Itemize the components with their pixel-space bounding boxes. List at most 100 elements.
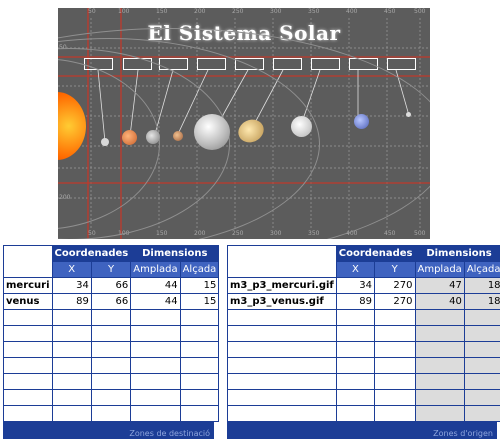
y-cell[interactable] [373,357,416,374]
x-header: X [335,261,375,278]
table-row [227,309,500,326]
width-cell[interactable] [130,309,181,326]
name-cell[interactable] [3,405,53,422]
y-cell[interactable] [90,309,132,326]
name-cell[interactable]: mercuri [3,277,53,294]
table-row [227,373,500,390]
y-cell[interactable] [90,357,132,374]
x-cell[interactable] [51,341,92,358]
corner-cell [227,245,337,278]
y-cell[interactable] [90,389,132,406]
height-cell: 18 [463,293,500,310]
table-row [227,325,500,342]
filename-cell[interactable]: m3_p3_mercuri.gif [227,277,337,294]
neptune-planet [354,114,369,129]
x-cell[interactable]: 89 [51,293,92,310]
width-cell[interactable]: 44 [130,277,181,294]
drop-zone-box[interactable] [387,58,416,70]
filename-cell[interactable] [227,341,337,358]
filename-cell[interactable] [227,309,337,326]
y-cell[interactable]: 270 [373,277,416,294]
x-cell[interactable] [335,389,375,406]
filename-cell[interactable]: m3_p3_venus.gif [227,293,337,310]
x-cell[interactable] [335,357,375,374]
x-cell[interactable] [51,309,92,326]
x-cell[interactable] [335,373,375,390]
name-cell[interactable] [3,373,53,390]
width-cell[interactable] [130,325,181,342]
filename-cell[interactable] [227,405,337,422]
x-cell[interactable] [335,405,375,422]
x-cell[interactable] [51,325,92,342]
filename-cell[interactable] [227,325,337,342]
filename-cell[interactable] [227,357,337,374]
name-cell[interactable] [3,309,53,326]
x-cell[interactable]: 89 [335,293,375,310]
x-cell[interactable] [335,309,375,326]
y-cell[interactable] [90,405,132,422]
filename-cell[interactable] [227,373,337,390]
width-cell [414,309,465,326]
width-cell[interactable] [130,405,181,422]
x-cell[interactable] [51,373,92,390]
x-cell[interactable]: 34 [51,277,92,294]
y-cell[interactable]: 270 [373,293,416,310]
width-cell[interactable] [130,357,181,374]
height-cell [463,405,500,422]
y-header: Y [373,261,416,278]
height-header: Alçada [179,261,220,278]
table-row [3,373,220,390]
height-header: Alçada [463,261,500,278]
height-cell[interactable] [179,405,220,422]
y-cell[interactable] [373,373,416,390]
x-cell[interactable] [51,405,92,422]
height-cell[interactable] [179,309,220,326]
x-cell[interactable] [51,357,92,374]
y-cell[interactable] [373,341,416,358]
name-cell[interactable] [3,341,53,358]
y-cell[interactable] [373,309,416,326]
table-row [227,341,500,358]
x-cell[interactable] [51,389,92,406]
x-cell[interactable] [335,341,375,358]
table-row [227,389,500,406]
y-cell[interactable] [90,325,132,342]
height-cell[interactable] [179,357,220,374]
table-row [227,405,500,422]
y-cell[interactable] [373,325,416,342]
name-cell[interactable] [3,325,53,342]
width-cell[interactable] [130,389,181,406]
y-cell[interactable] [373,405,416,422]
height-cell[interactable] [179,373,220,390]
x-cell[interactable]: 34 [335,277,375,294]
name-cell[interactable]: venus [3,293,53,310]
height-cell[interactable] [179,325,220,342]
width-cell[interactable]: 44 [130,293,181,310]
name-cell[interactable] [3,357,53,374]
filename-cell[interactable] [227,389,337,406]
width-cell [414,325,465,342]
y-header: Y [90,261,132,278]
width-cell: 47 [414,277,465,294]
width-cell: 40 [414,293,465,310]
width-cell [414,373,465,390]
y-cell[interactable] [373,389,416,406]
x-header: X [51,261,92,278]
y-cell[interactable]: 66 [90,293,132,310]
corner-cell [3,245,53,278]
height-cell[interactable] [179,341,220,358]
width-cell[interactable] [130,373,181,390]
height-cell[interactable]: 15 [179,293,220,310]
x-cell[interactable] [335,325,375,342]
y-cell[interactable] [90,341,132,358]
y-cell[interactable] [90,373,132,390]
name-cell[interactable] [3,389,53,406]
width-cell[interactable] [130,341,181,358]
height-cell [463,341,500,358]
table-row: m3_p3_venus.gif 89 270 40 18 [227,293,500,310]
height-cell[interactable]: 15 [179,277,220,294]
height-cell [463,309,500,326]
height-cell[interactable] [179,389,220,406]
y-cell[interactable]: 66 [90,277,132,294]
table-row: venus 89 66 44 15 [3,293,220,310]
